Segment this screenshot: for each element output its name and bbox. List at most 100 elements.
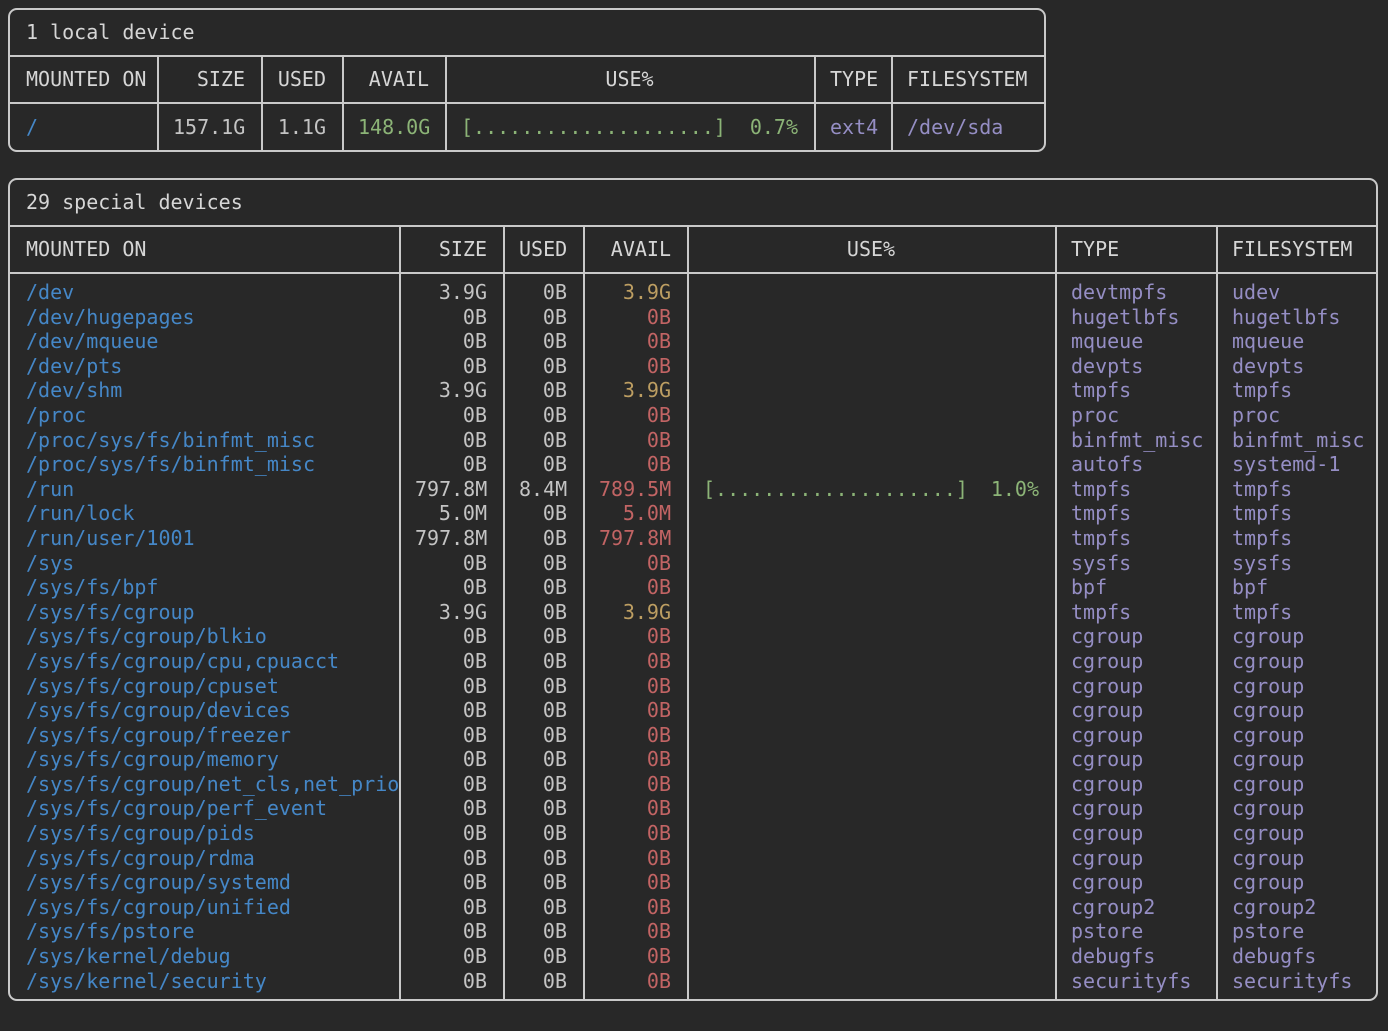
- cell-used: 0B: [503, 526, 583, 551]
- header-avail: AVAIL: [583, 227, 687, 272]
- usage-bar: [....................]: [703, 477, 968, 502]
- cell-mount-point: /sys/fs/cgroup/net_cls,net_prio: [10, 772, 399, 797]
- cell-used: 0B: [503, 846, 583, 871]
- cell-filesystem: tmpfs: [1216, 526, 1376, 551]
- column-divider: [445, 57, 447, 150]
- cell-size: 0B: [399, 649, 503, 674]
- cell-use-percent: [....................]1.0%: [687, 477, 1055, 502]
- cell-used: 0B: [503, 969, 583, 994]
- cell-filesystem: tmpfs: [1216, 477, 1376, 502]
- table-header-row: MOUNTED ON SIZE USED AVAIL USE% TYPE FIL…: [10, 57, 1044, 104]
- cell-mount-point: /sys/fs/cgroup/cpuset: [10, 674, 399, 699]
- cell-size: 0B: [399, 723, 503, 748]
- cell-type: cgroup: [1055, 796, 1216, 821]
- cell-used: 0B: [503, 551, 583, 576]
- cell-filesystem: cgroup: [1216, 821, 1376, 846]
- cell-type: cgroup: [1055, 870, 1216, 895]
- cell-use-percent: [687, 723, 1055, 748]
- cell-avail: 0B: [583, 354, 687, 379]
- cell-mount-point: /dev/mqueue: [10, 329, 399, 354]
- cell-avail: 148.0G: [342, 114, 445, 140]
- cell-mount-point: /: [10, 114, 157, 140]
- cell-use-percent: [687, 526, 1055, 551]
- cell-type: tmpfs: [1055, 477, 1216, 502]
- column-divider: [342, 57, 344, 150]
- cell-used: 0B: [503, 501, 583, 526]
- column-divider: [687, 227, 689, 999]
- cell-use-percent: [687, 796, 1055, 821]
- cell-mount-point: /dev/pts: [10, 354, 399, 379]
- cell-type: mqueue: [1055, 329, 1216, 354]
- table-row: /proc/sys/fs/binfmt_misc0B0B0Bbinfmt_mis…: [10, 428, 1376, 453]
- table-body: /157.1G1.1G148.0G[....................]0…: [10, 104, 1044, 150]
- cell-size: 0B: [399, 551, 503, 576]
- cell-size: 3.9G: [399, 378, 503, 403]
- cell-avail: 0B: [583, 674, 687, 699]
- cell-filesystem: systemd-1: [1216, 452, 1376, 477]
- cell-size: 0B: [399, 452, 503, 477]
- cell-mount-point: /sys/fs/cgroup/rdma: [10, 846, 399, 871]
- cell-filesystem: sysfs: [1216, 551, 1376, 576]
- cell-avail: 0B: [583, 969, 687, 994]
- cell-type: autofs: [1055, 452, 1216, 477]
- cell-size: 0B: [399, 403, 503, 428]
- cell-size: 0B: [399, 821, 503, 846]
- cell-avail: 3.9G: [583, 600, 687, 625]
- cell-used: 0B: [503, 305, 583, 330]
- cell-used: 0B: [503, 329, 583, 354]
- cell-used: 0B: [503, 698, 583, 723]
- cell-size: 797.8M: [399, 526, 503, 551]
- cell-mount-point: /proc: [10, 403, 399, 428]
- table-row: /dev3.9G0B3.9Gdevtmpfsudev: [10, 280, 1376, 305]
- table-grid: MOUNTED ON SIZE USED AVAIL USE% TYPE FIL…: [10, 227, 1376, 999]
- cell-use-percent: [687, 305, 1055, 330]
- cell-filesystem: securityfs: [1216, 969, 1376, 994]
- cell-used: 0B: [503, 624, 583, 649]
- cell-mount-point: /dev: [10, 280, 399, 305]
- cell-used: 0B: [503, 378, 583, 403]
- table-row: /157.1G1.1G148.0G[....................]0…: [10, 114, 1044, 140]
- cell-type: cgroup: [1055, 674, 1216, 699]
- cell-type: securityfs: [1055, 969, 1216, 994]
- cell-avail: 0B: [583, 747, 687, 772]
- cell-use-percent: [687, 600, 1055, 625]
- cell-type: cgroup: [1055, 698, 1216, 723]
- cell-mount-point: /sys/fs/bpf: [10, 575, 399, 600]
- cell-size: 0B: [399, 895, 503, 920]
- cell-used: 0B: [503, 747, 583, 772]
- cell-filesystem: tmpfs: [1216, 600, 1376, 625]
- cell-size: 157.1G: [157, 114, 261, 140]
- table-row: /sys/kernel/security0B0B0Bsecurityfssecu…: [10, 969, 1376, 994]
- table-row: /proc/sys/fs/binfmt_misc0B0B0Bautofssyst…: [10, 452, 1376, 477]
- cell-mount-point: /sys/fs/cgroup/perf_event: [10, 796, 399, 821]
- cell-use-percent: [687, 649, 1055, 674]
- cell-filesystem: cgroup: [1216, 649, 1376, 674]
- cell-use-percent: [687, 919, 1055, 944]
- cell-type: tmpfs: [1055, 600, 1216, 625]
- header-mounted-on: MOUNTED ON: [10, 227, 399, 272]
- table-grid: MOUNTED ON SIZE USED AVAIL USE% TYPE FIL…: [10, 57, 1044, 150]
- cell-filesystem: devpts: [1216, 354, 1376, 379]
- cell-mount-point: /proc/sys/fs/binfmt_misc: [10, 452, 399, 477]
- cell-used: 1.1G: [261, 114, 342, 140]
- usage-percent: 0.7%: [750, 114, 798, 140]
- header-use-percent: USE%: [687, 227, 1055, 272]
- table-row: /dev/pts0B0B0Bdevptsdevpts: [10, 354, 1376, 379]
- table-row: /sys/fs/cgroup/systemd0B0B0Bcgroupcgroup: [10, 870, 1376, 895]
- cell-type: devpts: [1055, 354, 1216, 379]
- cell-filesystem: cgroup: [1216, 796, 1376, 821]
- header-used: USED: [261, 57, 342, 102]
- cell-used: 0B: [503, 870, 583, 895]
- cell-type: cgroup: [1055, 747, 1216, 772]
- table-row: /sys/fs/cgroup/perf_event0B0B0Bcgroupcgr…: [10, 796, 1376, 821]
- header-used: USED: [503, 227, 583, 272]
- cell-use-percent: [687, 501, 1055, 526]
- table-row: /dev/mqueue0B0B0Bmqueuemqueue: [10, 329, 1376, 354]
- cell-size: 0B: [399, 329, 503, 354]
- terminal-screen[interactable]: 1 local device MOUNTED ON SIZE USED AVAI…: [0, 8, 1388, 1001]
- cell-mount-point: /sys/fs/cgroup/unified: [10, 895, 399, 920]
- local-devices-table: 1 local device MOUNTED ON SIZE USED AVAI…: [8, 8, 1046, 152]
- cell-mount-point: /sys/fs/pstore: [10, 919, 399, 944]
- cell-used: 0B: [503, 403, 583, 428]
- cell-avail: 0B: [583, 452, 687, 477]
